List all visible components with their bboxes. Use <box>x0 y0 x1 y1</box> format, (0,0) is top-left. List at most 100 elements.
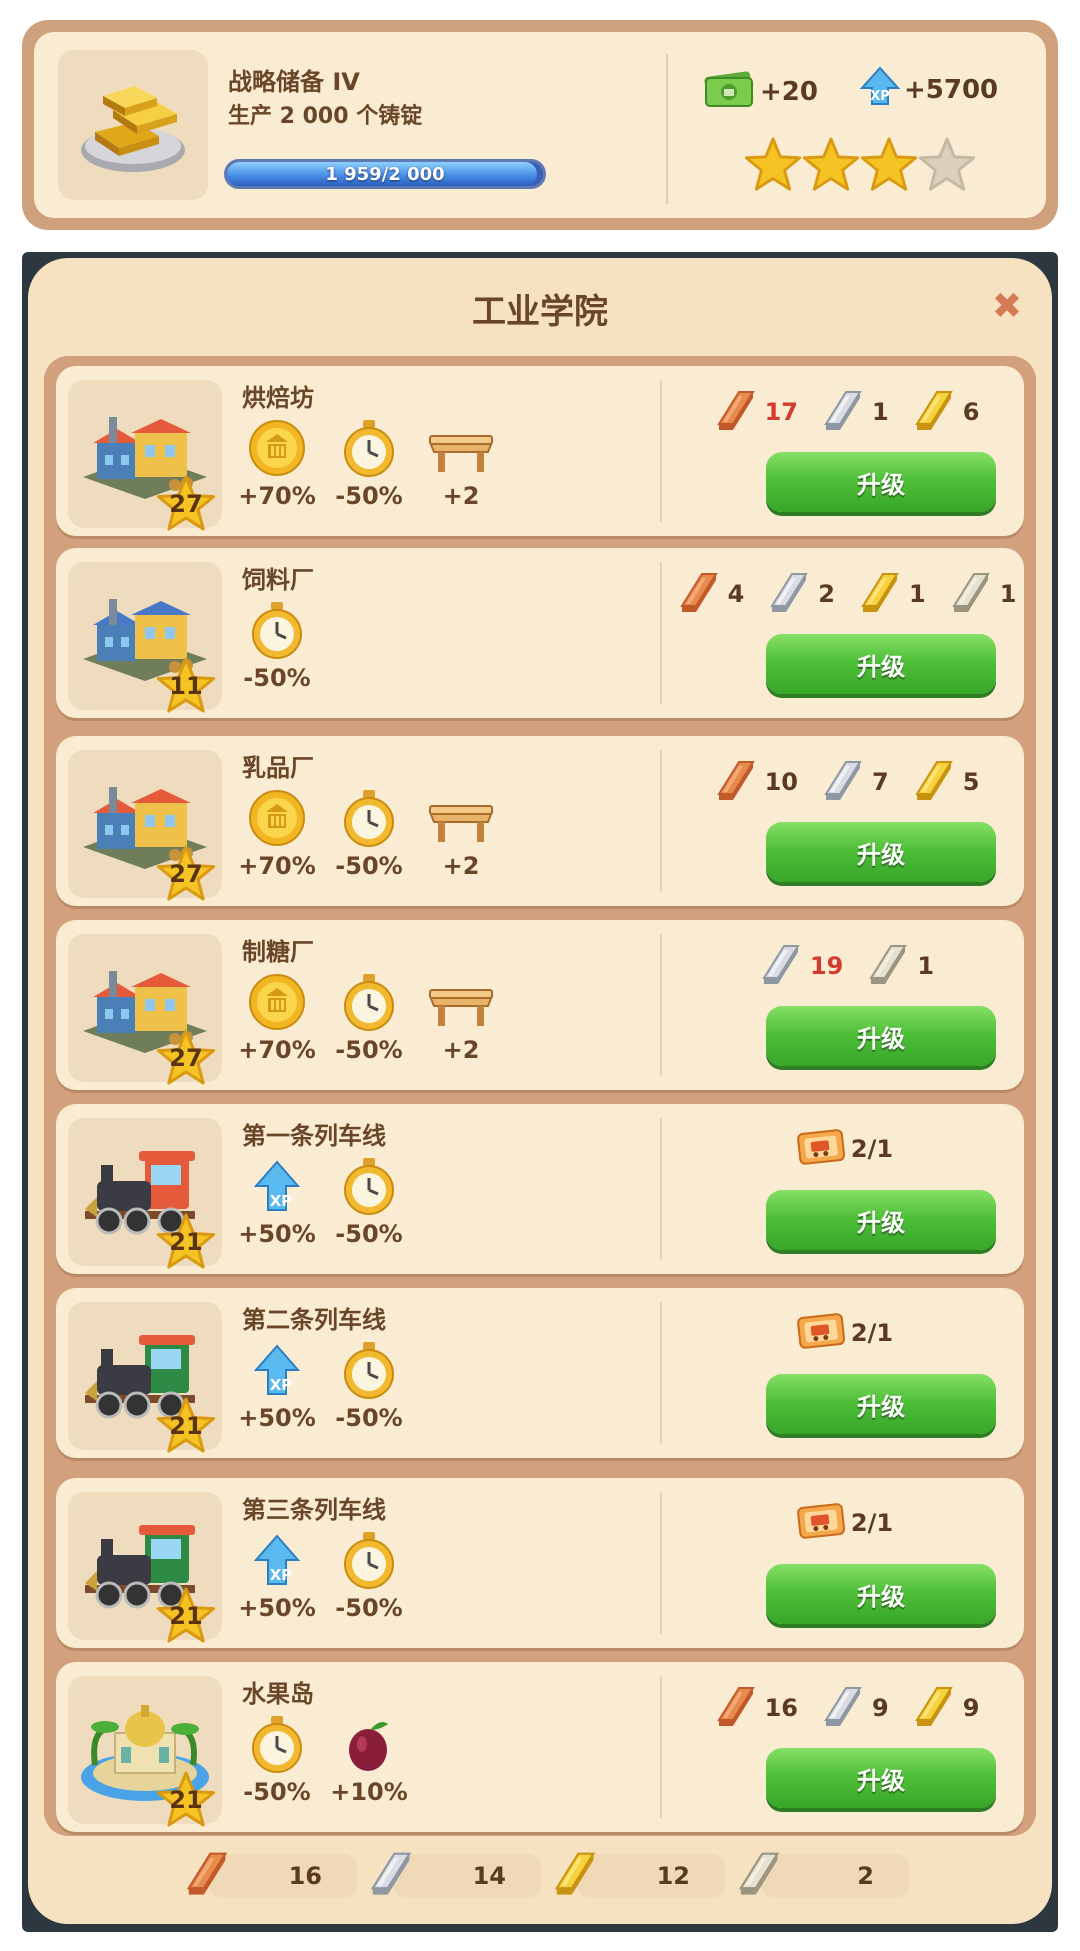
cost-item: 2/1 <box>795 1124 893 1174</box>
stat-bonus: +70% <box>232 416 322 510</box>
xp-icon: XP <box>252 1338 302 1400</box>
stat-bonus: -50% <box>324 786 414 880</box>
cost-item: 1 <box>944 568 1017 620</box>
xp-icon: XP <box>858 66 902 114</box>
building-card: 27 乳品厂 +70% -50% +2 10 7 5 升级 <box>56 736 1024 906</box>
cost-amount: 1 <box>999 580 1017 608</box>
stat-bonus: -50% <box>324 970 414 1064</box>
task-subtitle: 生产 2 000 个铸锭 <box>228 104 423 129</box>
cost-item: 1 <box>816 386 889 438</box>
cost-item: 17 <box>709 386 798 438</box>
building-name: 饲料厂 <box>242 566 314 594</box>
svg-text:XP: XP <box>270 1566 293 1584</box>
level-star-badge: 21 <box>156 1212 216 1270</box>
cost-item: 1 <box>853 568 926 620</box>
gold-ingots-icon <box>58 50 208 200</box>
cost-amount: 5 <box>962 768 980 796</box>
star-empty-icon <box>918 136 976 198</box>
upgrade-costs: 17 1 6 <box>664 386 1024 438</box>
stat-value: -50% <box>335 1220 403 1248</box>
cost-amount: 4 <box>727 580 745 608</box>
silver-ingot-icon <box>816 386 868 438</box>
stat-value: +2 <box>442 1036 480 1064</box>
cost-item: 2/1 <box>795 1498 893 1548</box>
upgrade-button[interactable]: 升级 <box>766 1374 996 1434</box>
panel-title: 工业学院 <box>472 292 608 332</box>
stat-value: +2 <box>442 852 480 880</box>
building-card: 27 制糖厂 +70% -50% +2 19 1 升级 <box>56 920 1024 1090</box>
gold-ingot-icon <box>853 568 905 620</box>
cost-amount: 1 <box>909 580 926 608</box>
train-ticket-icon <box>795 1308 847 1358</box>
level-star-badge: 27 <box>156 844 216 902</box>
level-star-badge: 21 <box>156 1586 216 1644</box>
stopwatch-icon <box>341 1154 397 1216</box>
upgrade-button[interactable]: 升级 <box>766 452 996 512</box>
copper-ingot-icon <box>709 386 761 438</box>
upgrade-costs: 2/1 <box>664 1308 1024 1358</box>
stat-value: +50% <box>238 1404 316 1432</box>
cost-item: 10 <box>709 756 798 808</box>
close-icon[interactable]: ✖ <box>992 286 1022 327</box>
stat-value: +2 <box>442 482 480 510</box>
stat-bonus: -50% <box>232 598 322 692</box>
upgrade-button[interactable]: 升级 <box>766 1564 996 1624</box>
building-name: 制糖厂 <box>242 938 314 966</box>
stat-bonus: +70% <box>232 786 322 880</box>
cost-item: 9 <box>907 1682 980 1734</box>
building-card: 21 第三条列车线 XP +50% -50% 2/1 升级 <box>56 1478 1024 1648</box>
level-star-badge: 21 <box>156 1770 216 1828</box>
upgrade-button[interactable]: 升级 <box>766 1748 996 1808</box>
silver-ingot-icon <box>762 568 814 620</box>
stat-value: +10% <box>330 1778 408 1806</box>
upgrade-button[interactable]: 升级 <box>766 1006 996 1066</box>
upgrade-button[interactable]: 升级 <box>766 822 996 882</box>
upgrade-costs: 4 2 1 1 <box>664 568 1024 620</box>
stat-bonus: -50% <box>324 1154 414 1248</box>
copper-ingot-icon <box>709 1682 761 1734</box>
cost-item: 2/1 <box>795 1308 893 1358</box>
svg-text:XP: XP <box>870 89 890 104</box>
building-card: 21 第二条列车线 XP +50% -50% 2/1 升级 <box>56 1288 1024 1458</box>
cost-amount: 1 <box>917 952 935 980</box>
cost-amount: 2 <box>818 580 835 608</box>
level-star-badge: 27 <box>156 474 216 532</box>
upgrade-button[interactable]: 升级 <box>766 1190 996 1250</box>
copper-ingot-icon <box>709 756 761 808</box>
table-icon <box>426 416 496 478</box>
copper-ingot-icon <box>178 1846 234 1902</box>
building-name: 水果岛 <box>242 1680 314 1708</box>
task-title: 战略储备 IV <box>228 68 360 96</box>
inventory-count: 14 <box>472 1862 506 1890</box>
level-number: 27 <box>169 860 203 888</box>
cost-amount: 1 <box>872 398 889 426</box>
building-card: 27 烘焙坊 +70% -50% +2 17 1 6 升级 <box>56 366 1024 536</box>
cost-amount: 17 <box>764 398 798 426</box>
silver-ingot-icon <box>362 1846 418 1902</box>
upgrade-costs: 2/1 <box>664 1498 1024 1548</box>
inventory-count: 12 <box>656 1862 690 1890</box>
svg-text:XP: XP <box>270 1192 293 1210</box>
task-panel: 战略储备 IV 生产 2 000 个铸锭 1 959/2 000 +20 XP … <box>22 20 1058 230</box>
star-filled-icon <box>802 136 860 198</box>
stat-value: -50% <box>335 852 403 880</box>
stat-bonus: -50% <box>324 416 414 510</box>
stat-value: -50% <box>335 1594 403 1622</box>
card-divider <box>660 1492 662 1634</box>
cost-amount: 9 <box>962 1694 980 1722</box>
level-number: 27 <box>169 490 203 518</box>
level-number: 11 <box>169 672 203 700</box>
train-ticket-icon <box>795 1498 847 1548</box>
train-ticket-icon <box>795 1124 847 1174</box>
stat-bonus: XP +50% <box>232 1528 322 1622</box>
level-number: 21 <box>169 1602 203 1630</box>
table-icon <box>426 786 496 848</box>
stopwatch-icon <box>249 598 305 660</box>
upgrade-button[interactable]: 升级 <box>766 634 996 694</box>
cost-item: 16 <box>709 1682 798 1734</box>
stat-value: +50% <box>238 1220 316 1248</box>
xp-icon: XP <box>252 1154 302 1216</box>
cost-amount: 19 <box>809 952 844 980</box>
task-panel-inner: 战略储备 IV 生产 2 000 个铸锭 1 959/2 000 +20 XP … <box>34 32 1046 218</box>
cost-amount: 9 <box>872 1694 889 1722</box>
